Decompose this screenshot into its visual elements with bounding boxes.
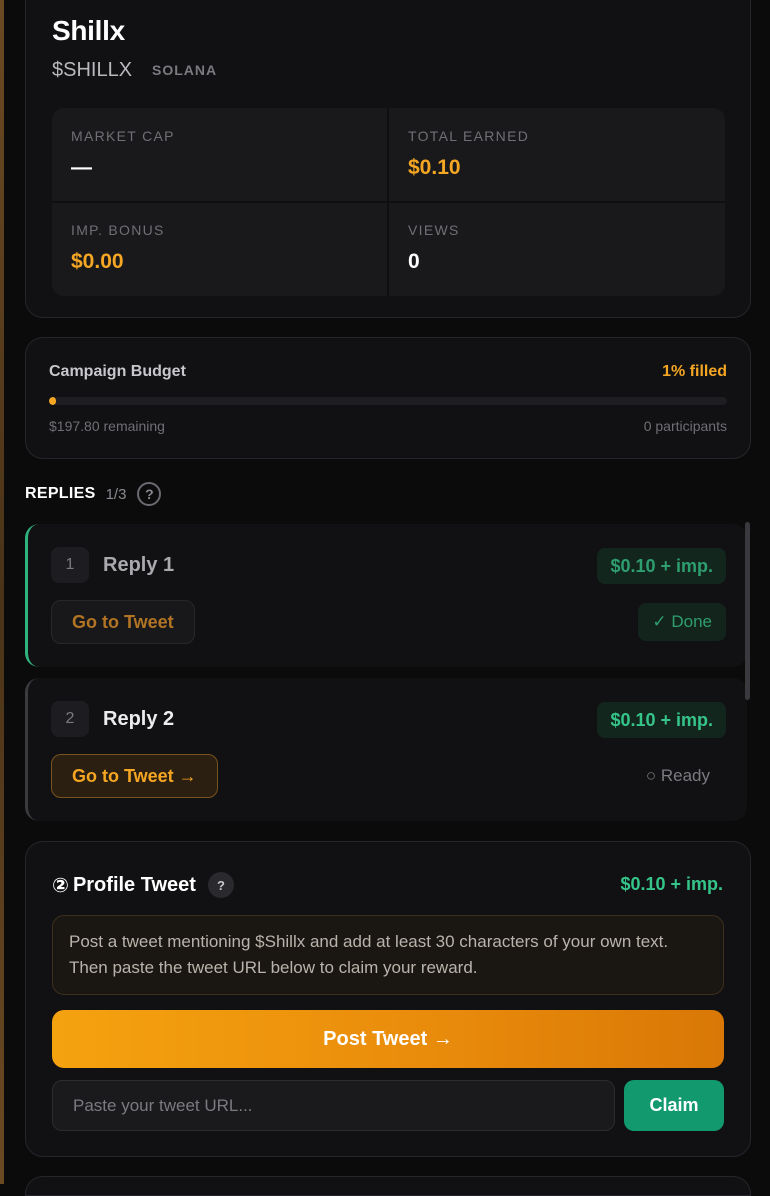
- instructions-text: Post a tweet mentioning $Shillx and add …: [69, 932, 669, 951]
- replies-title: REPLIES: [25, 485, 96, 502]
- budget-title: Campaign Budget: [49, 363, 186, 380]
- go-to-tweet-button[interactable]: Go to Tweet →: [51, 754, 218, 798]
- stat-value: —: [71, 156, 92, 179]
- reply-number-badge: 1: [51, 547, 89, 583]
- stat-label: IMP. BONUS: [71, 222, 165, 238]
- stat-imp-bonus: IMP. BONUS $0.00: [52, 202, 388, 296]
- replies-count: 1/3: [105, 485, 127, 503]
- go-to-tweet-button[interactable]: Go to Tweet: [51, 600, 195, 644]
- chain-label: SOLANA: [152, 62, 218, 78]
- instructions-text: Then paste the tweet URL below to claim …: [69, 958, 478, 977]
- budget-remaining: $197.80 remaining: [49, 418, 165, 434]
- reply-title: Reply 2: [103, 708, 175, 730]
- stats-grid: MARKET CAP — TOTAL EARNED $0.10 IMP. BON…: [52, 108, 725, 296]
- budget-progress-fill: [49, 397, 56, 405]
- divider: [52, 201, 725, 203]
- stat-value: $0.00: [71, 250, 124, 273]
- stat-market-cap: MARKET CAP —: [52, 108, 388, 202]
- status-text: ○ Ready: [645, 766, 710, 785]
- stat-value: 0: [408, 250, 420, 273]
- reward-badge: $0.10 + imp.: [597, 548, 726, 584]
- stat-label: TOTAL EARNED: [408, 128, 530, 144]
- reply-card: 2 Reply 2 $0.10 + imp. Go to Tweet → ○ R…: [25, 678, 747, 821]
- step-number-icon: ②: [52, 874, 69, 897]
- help-icon[interactable]: ?: [137, 482, 162, 506]
- reward-label: $0.10 + imp.: [620, 874, 723, 894]
- scrollbar[interactable]: [745, 522, 750, 700]
- reply-title: Reply 1: [103, 554, 175, 576]
- reply-number-badge: 2: [51, 701, 89, 737]
- post-tweet-button[interactable]: Post Tweet →: [52, 1010, 724, 1068]
- budget-progress-bar: [49, 397, 727, 405]
- campaign-budget-card: Campaign Budget 1% filled $197.80 remain…: [25, 337, 751, 459]
- stat-label: MARKET CAP: [71, 128, 175, 144]
- reward-badge: $0.10 + imp.: [597, 702, 726, 738]
- stat-views: VIEWS 0: [389, 202, 725, 296]
- status-badge: ✓ Done: [638, 603, 726, 641]
- stat-total-earned: TOTAL EARNED $0.10: [389, 108, 725, 202]
- claim-button[interactable]: Claim: [624, 1080, 724, 1131]
- token-name: Shillx: [52, 15, 125, 46]
- replies-section-header: REPLIES 1/3 ?: [25, 482, 162, 506]
- window-edge: [0, 0, 4, 1184]
- help-icon[interactable]: ?: [207, 872, 234, 898]
- instructions-box: Post a tweet mentioning $Shillx and add …: [52, 915, 724, 995]
- profile-tweet-title: Profile Tweet: [72, 873, 196, 896]
- token-ticker: $SHILLX: [52, 59, 133, 81]
- reply-card: 1 Reply 1 $0.10 + imp. Go to Tweet ✓ Don…: [25, 524, 747, 667]
- next-card-edge: [25, 1176, 751, 1196]
- profile-tweet-card: ② Profile Tweet ? $0.10 + imp. Post a tw…: [25, 841, 751, 1157]
- budget-filled-label: 1% filled: [662, 363, 727, 380]
- participants-count: 0 participants: [643, 418, 727, 434]
- profile-tweet-heading: ② Profile Tweet ?: [52, 872, 234, 898]
- tweet-url-input[interactable]: [52, 1080, 615, 1131]
- stat-label: VIEWS: [408, 222, 460, 238]
- stat-value: $0.10: [408, 156, 461, 179]
- token-header-card: Shillx $SHILLX SOLANA MARKET CAP — TOTAL…: [25, 0, 751, 318]
